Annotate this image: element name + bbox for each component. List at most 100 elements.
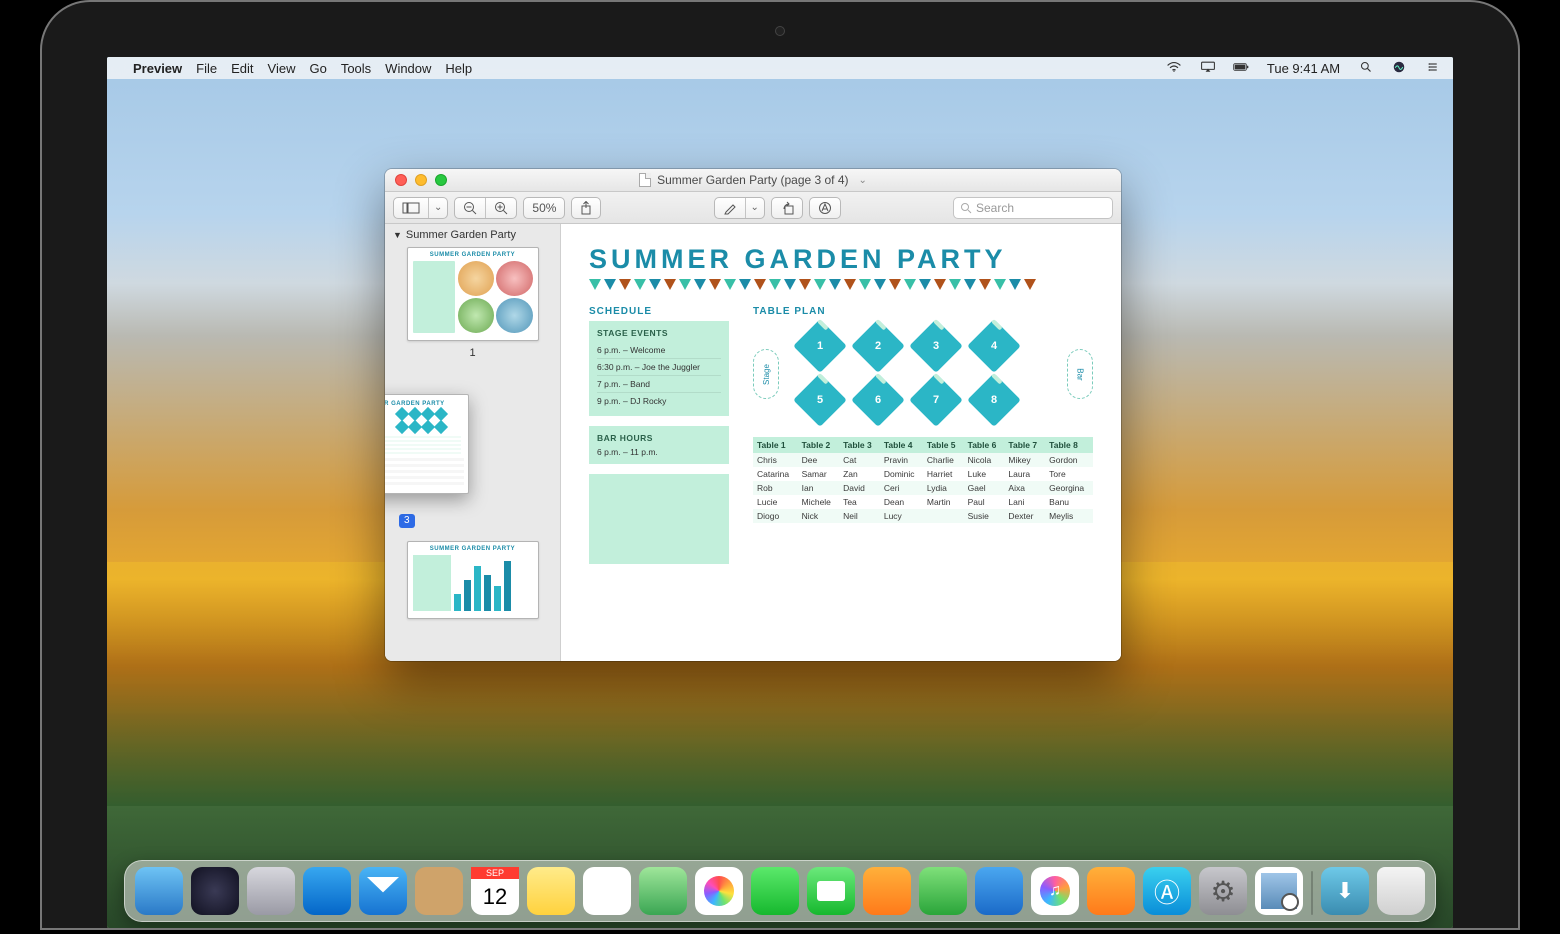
- sidebar-view-segmented[interactable]: ⌄: [393, 197, 448, 219]
- dock-app-finder[interactable]: [135, 867, 183, 915]
- dock-app-contacts[interactable]: [415, 867, 463, 915]
- toolbar: ⌄ 50% ⌄ Search: [385, 192, 1121, 224]
- table-marker: 4: [967, 319, 1021, 373]
- dock-app-appstore[interactable]: Ⓐ: [1143, 867, 1191, 915]
- table-marker: 5: [793, 373, 847, 427]
- dock-app-safari[interactable]: [303, 867, 351, 915]
- tableplan-heading: TABLE PLAN: [753, 306, 1093, 317]
- guest-table-row: CatarinaSamarZanDominicHarrietLukeLauraT…: [753, 467, 1093, 481]
- title-dropdown-chevron-icon[interactable]: ⌄: [859, 175, 867, 186]
- table-marker: 1: [793, 319, 847, 373]
- page-thumbnail-4[interactable]: SUMMER GARDEN PARTY: [407, 541, 539, 619]
- sidebar-doc-header[interactable]: ▼ Summer Garden Party: [393, 229, 552, 241]
- dock-trash[interactable]: [1377, 867, 1425, 915]
- dock-app-maps[interactable]: [639, 867, 687, 915]
- wifi-icon[interactable]: [1166, 61, 1182, 73]
- page-thumbnail-1[interactable]: SUMMER GARDEN PARTY: [407, 247, 539, 341]
- stage-event: 9 p.m. – DJ Rocky: [597, 393, 721, 409]
- menubar: Preview File Edit View Go Tools Window H…: [107, 57, 1453, 79]
- window-close-button[interactable]: [395, 174, 407, 186]
- dock-app-reminders[interactable]: [583, 867, 631, 915]
- document-view[interactable]: SUMMER GARDEN PARTY SCHEDULE STAGE EVENT…: [561, 224, 1121, 661]
- zoom-in-button[interactable]: [485, 198, 516, 218]
- camera: [775, 26, 785, 36]
- menubar-clock[interactable]: Tue 9:41 AM: [1267, 61, 1340, 76]
- dock-app-launchpad[interactable]: [247, 867, 295, 915]
- zoom-segmented: [454, 197, 517, 219]
- sidebar-view-chevron-icon[interactable]: ⌄: [428, 198, 447, 218]
- disclosure-triangle-icon[interactable]: ▼: [393, 230, 402, 240]
- menu-edit[interactable]: Edit: [231, 61, 253, 76]
- window-title: Summer Garden Party (page 3 of 4): [657, 173, 848, 187]
- dock-app-numbers[interactable]: [919, 867, 967, 915]
- highlight-chevron-icon[interactable]: ⌄: [745, 198, 764, 218]
- spotlight-icon[interactable]: [1358, 61, 1374, 73]
- highlight-segmented[interactable]: ⌄: [714, 197, 765, 219]
- highlight-button[interactable]: [715, 198, 745, 218]
- dock-app-mail[interactable]: [359, 867, 407, 915]
- markup-button[interactable]: [809, 197, 841, 219]
- titlebar[interactable]: Summer Garden Party (page 3 of 4) ⌄: [385, 169, 1121, 192]
- menu-view[interactable]: View: [268, 61, 296, 76]
- table-marker: 6: [851, 373, 905, 427]
- table-marker: 2: [851, 319, 905, 373]
- search-icon: [960, 202, 972, 214]
- dock-app-itunes[interactable]: ♫: [1031, 867, 1079, 915]
- guest-table-row: ChrisDeeCatPravinCharlieNicolaMikeyGordo…: [753, 453, 1093, 467]
- table-marker: 7: [909, 373, 963, 427]
- guest-table-header-row: Table 1 Table 2 Table 3 Table 4 Table 5 …: [753, 437, 1093, 453]
- stage-events-box: STAGE EVENTS 6 p.m. – Welcome 6:30 p.m. …: [589, 321, 729, 416]
- dock-app-pages[interactable]: [863, 867, 911, 915]
- preview-window: Summer Garden Party (page 3 of 4) ⌄ ⌄ 50…: [385, 169, 1121, 661]
- dock-folder-downloads[interactable]: ⬇: [1321, 867, 1369, 915]
- zoom-level[interactable]: 50%: [523, 197, 565, 219]
- dock-app-messages[interactable]: [751, 867, 799, 915]
- menu-help[interactable]: Help: [445, 61, 472, 76]
- dock-app-system-preferences[interactable]: ⚙: [1199, 867, 1247, 915]
- bar-hours-box: BAR HOURS 6 p.m. – 11 p.m.: [589, 426, 729, 464]
- battery-icon[interactable]: [1233, 61, 1249, 73]
- thumbnail-drag-badge: 3: [399, 514, 415, 528]
- menu-window[interactable]: Window: [385, 61, 431, 76]
- dock-app-siri[interactable]: [191, 867, 239, 915]
- stage-event: 6:30 p.m. – Joe the Juggler: [597, 359, 721, 376]
- menu-file[interactable]: File: [196, 61, 217, 76]
- bunting-decoration: [589, 279, 1093, 294]
- share-button[interactable]: [571, 197, 601, 219]
- search-field[interactable]: Search: [953, 197, 1113, 219]
- window-zoom-button[interactable]: [435, 174, 447, 186]
- stage-event: 7 p.m. – Band: [597, 376, 721, 393]
- thumbnails-sidebar[interactable]: ▼ Summer Garden Party SUMMER GARDEN PART…: [385, 224, 561, 661]
- menu-tools[interactable]: Tools: [341, 61, 371, 76]
- dock-app-photos[interactable]: [695, 867, 743, 915]
- page-thumbnail-dragging[interactable]: SUMMER GARDEN PARTY: [385, 394, 469, 494]
- rotate-button[interactable]: [771, 197, 803, 219]
- notification-center-icon[interactable]: [1425, 61, 1441, 73]
- zoom-out-button[interactable]: [455, 198, 485, 218]
- dock-app-facetime[interactable]: [807, 867, 855, 915]
- guest-table-row: LucieMicheleTeaDeanMartinPaulLaniBanu: [753, 495, 1093, 509]
- bar-hours-heading: BAR HOURS: [597, 433, 721, 443]
- airplay-icon[interactable]: [1200, 61, 1216, 73]
- menu-go[interactable]: Go: [309, 61, 326, 76]
- dock-app-calendar[interactable]: SEP12: [471, 867, 519, 915]
- sidebar-doc-name: Summer Garden Party: [406, 229, 516, 241]
- dock-app-notes[interactable]: [527, 867, 575, 915]
- screen: Preview File Edit View Go Tools Window H…: [107, 57, 1453, 928]
- sidebar-view-button[interactable]: [394, 198, 428, 218]
- bar-hours-text: 6 p.m. – 11 p.m.: [597, 447, 721, 457]
- guest-table-row: RobIanDavidCeriLydiaGaelAixaGeorgina: [753, 481, 1093, 495]
- document-title: SUMMER GARDEN PARTY: [589, 244, 1093, 275]
- stage-event: 6 p.m. – Welcome: [597, 342, 721, 359]
- dock-separator: [1311, 871, 1313, 915]
- schedule-heading: SCHEDULE: [589, 306, 729, 317]
- siri-icon[interactable]: [1391, 61, 1407, 73]
- menubar-app-name[interactable]: Preview: [133, 61, 182, 76]
- dock-app-preview[interactable]: [1255, 867, 1303, 915]
- thumbnail-1-label: 1: [393, 347, 552, 359]
- dock-app-keynote[interactable]: [975, 867, 1023, 915]
- dock-app-ibooks[interactable]: [1087, 867, 1135, 915]
- blank-green-box: [589, 474, 729, 564]
- stage-events-heading: STAGE EVENTS: [597, 328, 721, 338]
- window-minimize-button[interactable]: [415, 174, 427, 186]
